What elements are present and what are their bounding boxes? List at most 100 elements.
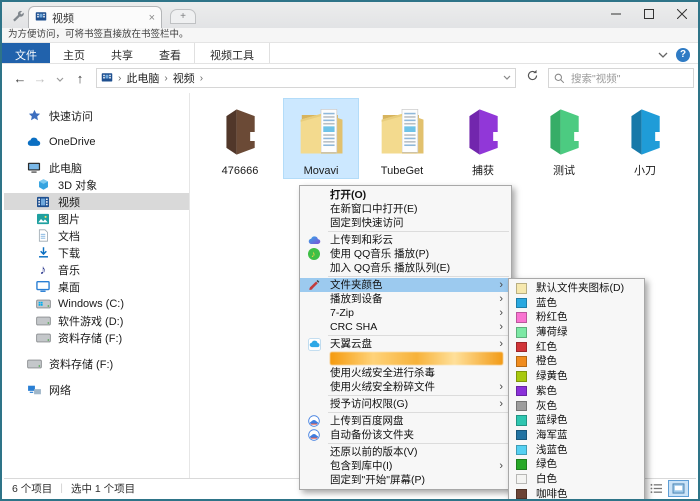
submenu-item-label: 蓝绿色 xyxy=(536,414,568,426)
ctx-open-new-window[interactable]: 在新窗口中打开(E) xyxy=(300,202,511,216)
folder-tubeget[interactable]: TubeGet xyxy=(365,99,439,178)
submenu-item-color-pink[interactable]: 粉红色 xyxy=(509,310,644,325)
ctx-folder-color[interactable]: 文件夹颜色› xyxy=(300,278,511,292)
ribbon-tab-view[interactable]: 查看 xyxy=(146,43,194,63)
sidebar-item-videos[interactable]: 视频 xyxy=(4,193,189,210)
submenu-item-color-blue[interactable]: 蓝色 xyxy=(509,296,644,311)
ctx-auto-backup[interactable]: 自动备份该文件夹 xyxy=(300,428,511,442)
sidebar-item-3d-objects[interactable]: 3D 对象 xyxy=(4,176,189,193)
tab-videos[interactable]: 视频 × xyxy=(28,6,162,28)
sidebar-item-label: 下载 xyxy=(58,245,80,261)
search-input[interactable]: 搜索"视频" xyxy=(548,68,694,88)
ctx-huorong-scan[interactable]: 使用火绒安全进行杀毒 xyxy=(300,366,511,380)
sidebar-item-this-pc[interactable]: 此电脑 xyxy=(4,159,189,176)
submenu-item-color-navy[interactable]: 海军蓝 xyxy=(509,428,644,443)
folder-knife[interactable]: 小刀 xyxy=(608,99,682,178)
baidu-icon xyxy=(308,429,320,441)
submenu-item-color-red[interactable]: 红色 xyxy=(509,340,644,355)
ctx-grant-access[interactable]: 授予访问权限(G)› xyxy=(300,397,511,411)
ribbon-tab-file[interactable]: 文件 xyxy=(2,43,50,63)
submenu-item-color-teal[interactable]: 蓝绿色 xyxy=(509,413,644,428)
ctx-open[interactable]: 打开(O) xyxy=(300,188,511,202)
ribbon-tab-video-tools[interactable]: 视频工具 xyxy=(194,43,270,63)
drive-icon xyxy=(26,359,42,369)
wrench-settings-icon[interactable] xyxy=(11,9,24,27)
submenu-item-color-mint[interactable]: 薄荷绿 xyxy=(509,325,644,340)
submenu-item-color-yellow-green[interactable]: 绿黄色 xyxy=(509,369,644,384)
sidebar-item-quick-access[interactable]: 快速访问 xyxy=(4,107,189,124)
sidebar-item-pictures[interactable]: 图片 xyxy=(4,210,189,227)
sidebar-item-onedrive[interactable]: OneDrive xyxy=(4,133,189,150)
ctx-upload-baidu[interactable]: 上传到百度网盘 xyxy=(300,414,511,428)
large-icons-view-button[interactable] xyxy=(669,481,688,496)
maximize-button[interactable] xyxy=(632,2,665,26)
folder-icon xyxy=(365,102,439,162)
sidebar-item-documents[interactable]: 文档 xyxy=(4,227,189,244)
ribbon-tab-home[interactable]: 主页 xyxy=(50,43,98,63)
refresh-icon[interactable] xyxy=(522,69,542,87)
close-button[interactable] xyxy=(665,2,698,26)
ctx-upload-hecaiyun[interactable]: 上传到和彩云 xyxy=(300,233,511,247)
folder-capture[interactable]: 捕获 xyxy=(446,99,520,178)
submenu-item-color-orange[interactable]: 橙色 xyxy=(509,354,644,369)
ctx-ad-banner[interactable] xyxy=(330,352,503,365)
folder-test[interactable]: 测试 xyxy=(527,99,601,178)
menu-item-label: 播放到设备 xyxy=(330,293,383,305)
breadcrumb-segment[interactable]: 视频 xyxy=(173,70,195,86)
details-view-button[interactable] xyxy=(647,481,666,496)
ctx-qqmusic-play[interactable]: ♪使用 QQ音乐 播放(P) xyxy=(300,247,511,261)
drive-icon xyxy=(35,316,51,326)
submenu-item-color-green[interactable]: 绿色 xyxy=(509,457,644,472)
folder-476666[interactable]: 476666 xyxy=(203,99,277,178)
ctx-qqmusic-queue[interactable]: 加入 QQ音乐 播放队列(E) xyxy=(300,261,511,275)
back-button[interactable]: ← xyxy=(10,71,30,86)
address-bar[interactable]: ›此电脑›视频› xyxy=(96,68,516,88)
ribbon-tab-share[interactable]: 共享 xyxy=(98,43,146,63)
sidebar-item-downloads[interactable]: 下载 xyxy=(4,244,189,261)
ctx-restore-versions[interactable]: 还原以前的版本(V) xyxy=(300,445,511,459)
sidebar-item-drive-f[interactable]: 资料存储 (F:) xyxy=(4,329,189,346)
ribbon-tabs: 文件主页共享查看视频工具 xyxy=(2,43,270,63)
ctx-pin-to-start[interactable]: 固定到"开始"屏幕(P) xyxy=(300,473,511,487)
up-button[interactable]: ↑ xyxy=(70,71,90,86)
forward-button[interactable]: → xyxy=(30,71,50,86)
tab-close-icon[interactable]: × xyxy=(149,13,155,23)
menu-item-label: 使用火绒安全粉碎文件 xyxy=(330,381,435,393)
recent-locations-chevron-icon[interactable] xyxy=(50,71,70,86)
sidebar-item-drive-d[interactable]: 软件游戏 (D:) xyxy=(4,312,189,329)
ctx-tianyi-cloud[interactable]: 天翼云盘› xyxy=(300,337,511,351)
breadcrumb-segment[interactable]: 此电脑 xyxy=(126,70,159,86)
folder-movavi[interactable]: Movavi xyxy=(284,99,358,178)
music-icon: ♪ xyxy=(35,264,51,276)
ctx-7zip[interactable]: 7-Zip› xyxy=(300,306,511,320)
submenu-item-color-gray[interactable]: 灰色 xyxy=(509,399,644,414)
menu-item-label: 还原以前的版本(V) xyxy=(330,446,418,458)
submenu-item-color-light-blue[interactable]: 浅蓝色 xyxy=(509,443,644,458)
breadcrumb-separator-icon: › xyxy=(118,73,121,84)
sidebar-item-drive-f2[interactable]: 资料存储 (F:) xyxy=(4,355,189,372)
sidebar-item-music[interactable]: ♪ 音乐 xyxy=(4,261,189,278)
color-swatch-icon xyxy=(516,371,527,382)
submenu-item-color-default[interactable]: 默认文件夹图标(D) xyxy=(509,281,644,296)
ctx-pin-quick-access[interactable]: 固定到快速访问 xyxy=(300,216,511,230)
submenu-item-color-coffee[interactable]: 咖啡色 xyxy=(509,487,644,501)
submenu-item-color-white[interactable]: 白色 xyxy=(509,472,644,487)
ctx-huorong-shred[interactable]: 使用火绒安全粉碎文件› xyxy=(300,380,511,394)
address-dropdown-chevron-icon[interactable] xyxy=(503,72,511,84)
drive-icon xyxy=(35,333,51,343)
submenu-item-label: 蓝色 xyxy=(536,297,557,309)
sidebar-item-drive-c[interactable]: Windows (C:) xyxy=(4,295,189,312)
help-icon[interactable]: ? xyxy=(676,48,690,62)
sidebar-item-desktop[interactable]: 桌面 xyxy=(4,278,189,295)
ctx-crc-sha[interactable]: CRC SHA› xyxy=(300,320,511,334)
sidebar-item-label: 音乐 xyxy=(58,262,80,278)
ctx-play-to-device[interactable]: 播放到设备› xyxy=(300,292,511,306)
menu-item-label: 天翼云盘 xyxy=(330,338,372,350)
ribbon-expand-chevron-icon[interactable] xyxy=(658,46,668,64)
menu-item-label: 自动备份该文件夹 xyxy=(330,429,414,441)
minimize-button[interactable] xyxy=(599,2,632,26)
ctx-include-in-library[interactable]: 包含到库中(I)› xyxy=(300,459,511,473)
sidebar-item-network[interactable]: 网络 xyxy=(4,381,189,398)
submenu-item-color-purple[interactable]: 紫色 xyxy=(509,384,644,399)
new-tab-button[interactable]: + xyxy=(170,9,196,24)
